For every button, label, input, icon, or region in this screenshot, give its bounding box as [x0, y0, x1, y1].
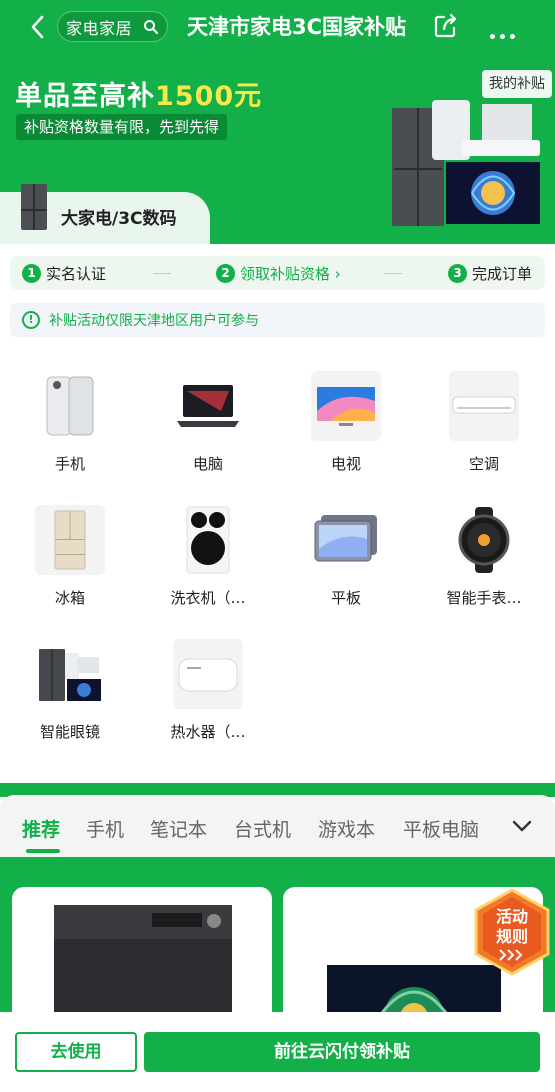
phone-icon — [46, 376, 94, 436]
tv-icon — [311, 371, 381, 441]
smartwatch-icon — [458, 507, 510, 573]
category-label: 洗衣机（… — [170, 589, 246, 607]
use-button[interactable]: 去使用 — [15, 1032, 137, 1072]
step-complete-order: 3 完成订单 — [448, 263, 532, 284]
category-label: 手机 — [54, 455, 85, 473]
air-conditioner-icon — [449, 371, 519, 441]
category-washing-machine[interactable]: 洗衣机（… — [148, 505, 268, 615]
tab-notebook[interactable]: 笔记本 — [150, 815, 207, 842]
category-label: 智能手表… — [446, 589, 522, 607]
fridge-icon — [21, 184, 47, 230]
category-label: 空调 — [468, 455, 499, 473]
category-smartwatch[interactable]: 智能手表… — [424, 505, 544, 615]
water-heater-icon — [173, 639, 243, 709]
region-notice: ! 补贴活动仅限天津地区用户可参与 — [10, 303, 545, 337]
step-claim-subsidy[interactable]: 2 领取补贴资格 › — [216, 263, 341, 284]
tab-gaming-laptop[interactable]: 游戏本 — [318, 815, 375, 842]
category-label: 热水器（… — [170, 723, 246, 741]
category-tab-major-appliances[interactable]: 大家电/3C数码 — [0, 182, 230, 244]
category-air-conditioner[interactable]: 空调 — [424, 371, 544, 481]
category-tablet[interactable]: 平板 — [286, 505, 406, 615]
category-label: 电脑 — [192, 455, 223, 473]
product-tab-bar: 推荐 手机 笔记本 台式机 游戏本 平板电脑 — [0, 795, 555, 857]
back-icon[interactable] — [26, 13, 52, 41]
claim-subsidy-button[interactable]: 前往云闪付领补贴 — [144, 1032, 540, 1072]
product-card[interactable] — [12, 887, 272, 1017]
step-number: 1 — [22, 264, 41, 283]
rules-badge-line1: 活动 — [496, 907, 528, 926]
tab-recommended[interactable]: 推荐 — [22, 815, 60, 842]
search-chip[interactable]: 家电家居 — [57, 11, 168, 42]
tab-tablet[interactable]: 平板电脑 — [403, 815, 479, 842]
notice-text: 补贴活动仅限天津地区用户可参与 — [49, 313, 259, 329]
step-number: 2 — [216, 264, 235, 283]
category-water-heater[interactable]: 热水器（… — [148, 639, 268, 749]
more-icon[interactable] — [490, 24, 520, 39]
step-real-name: 1 实名认证 — [22, 263, 106, 284]
tab-phone[interactable]: 手机 — [86, 815, 124, 842]
laptop-icon — [177, 385, 239, 427]
category-label: 平板 — [330, 589, 361, 607]
category-tab-label: 大家电/3C数码 — [61, 209, 177, 229]
category-smart-glasses[interactable]: 智能眼镜 — [10, 639, 130, 749]
promo-headline-amount: 1500元 — [155, 81, 263, 112]
step-label: 实名认证 — [46, 265, 107, 283]
tablet-icon — [314, 515, 377, 562]
step-number: 3 — [448, 264, 467, 283]
active-tab-indicator — [26, 849, 60, 853]
category-computer[interactable]: 电脑 — [148, 371, 268, 481]
step-divider — [153, 273, 171, 274]
rules-badge-line2: 规则 — [496, 927, 528, 946]
bottom-action-bar: 去使用 前往云闪付领补贴 — [0, 1012, 555, 1092]
category-label: 电视 — [330, 455, 361, 473]
category-phone[interactable]: 手机 — [10, 371, 130, 481]
search-chip-label: 家电家居 — [66, 18, 133, 38]
step-label: 完成订单 — [472, 265, 533, 283]
info-icon: ! — [22, 311, 40, 329]
category-fridge[interactable]: 冰箱 — [10, 505, 130, 615]
step-divider — [384, 273, 402, 274]
process-steps: 1 实名认证 2 领取补贴资格 › 3 完成订单 — [10, 256, 545, 290]
washing-machine-icon — [186, 506, 230, 574]
washing-machine-product-image — [54, 905, 232, 1017]
tab-desktop[interactable]: 台式机 — [234, 815, 291, 842]
smart-glasses-icon — [39, 649, 101, 701]
refrigerator-icon — [35, 505, 105, 575]
top-bar: 家电家居 天津市家电3C国家补贴 — [0, 0, 555, 54]
appliances-illustration — [392, 100, 540, 226]
share-icon[interactable] — [432, 12, 460, 40]
activity-rules-badge[interactable]: 活动 规则 — [472, 888, 552, 976]
hero-banner: 家电家居 天津市家电3C国家补贴 单品至高补1500元 补贴资格数量有限，先到先… — [0, 0, 555, 244]
category-tv[interactable]: 电视 — [286, 371, 406, 481]
promo-subline: 补贴资格数量有限，先到先得 — [16, 114, 228, 140]
promo-headline: 单品至高补1500元 — [15, 74, 262, 113]
step-label: 领取补贴资格 › — [240, 265, 341, 283]
page-title: 天津市家电3C国家补贴 — [187, 15, 407, 39]
search-icon — [144, 20, 159, 35]
my-subsidy-button[interactable]: 我的补贴 — [482, 70, 552, 98]
category-label: 冰箱 — [54, 589, 85, 607]
chevron-down-icon[interactable] — [510, 818, 534, 834]
category-label: 智能眼镜 — [39, 723, 100, 741]
promo-headline-prefix: 单品至高补 — [15, 81, 155, 112]
